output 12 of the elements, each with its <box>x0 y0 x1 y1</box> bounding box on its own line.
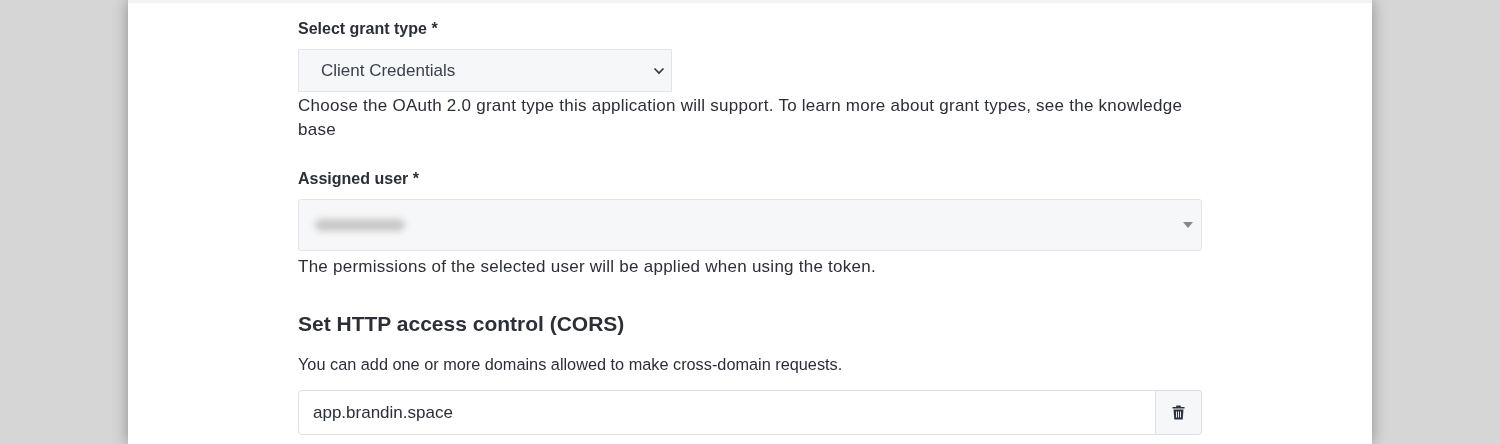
section-description: You can add one or more domains allowed to make cross-domain requests. <box>298 354 844 374</box>
domain-input[interactable]: app.brandin.space <box>298 390 1156 435</box>
caret-icon <box>1183 222 1193 228</box>
chevron-down-icon <box>653 66 665 75</box>
grant-type-select[interactable]: Client Credentials <box>298 49 672 92</box>
field-label: Select grant type * <box>298 19 439 39</box>
help-text: Choose the OAuth 2.0 grant type this application will support. To learn more about grant types, see the knowledge base <box>298 95 1184 141</box>
trash-icon <box>1172 405 1185 420</box>
delete-button[interactable] <box>1156 390 1202 435</box>
section-heading: Set HTTP access control (CORS) <box>298 311 626 337</box>
help-text: The permissions of the selected user will be applied when using the token. <box>298 256 877 278</box>
field-label: Assigned user * <box>298 169 420 189</box>
